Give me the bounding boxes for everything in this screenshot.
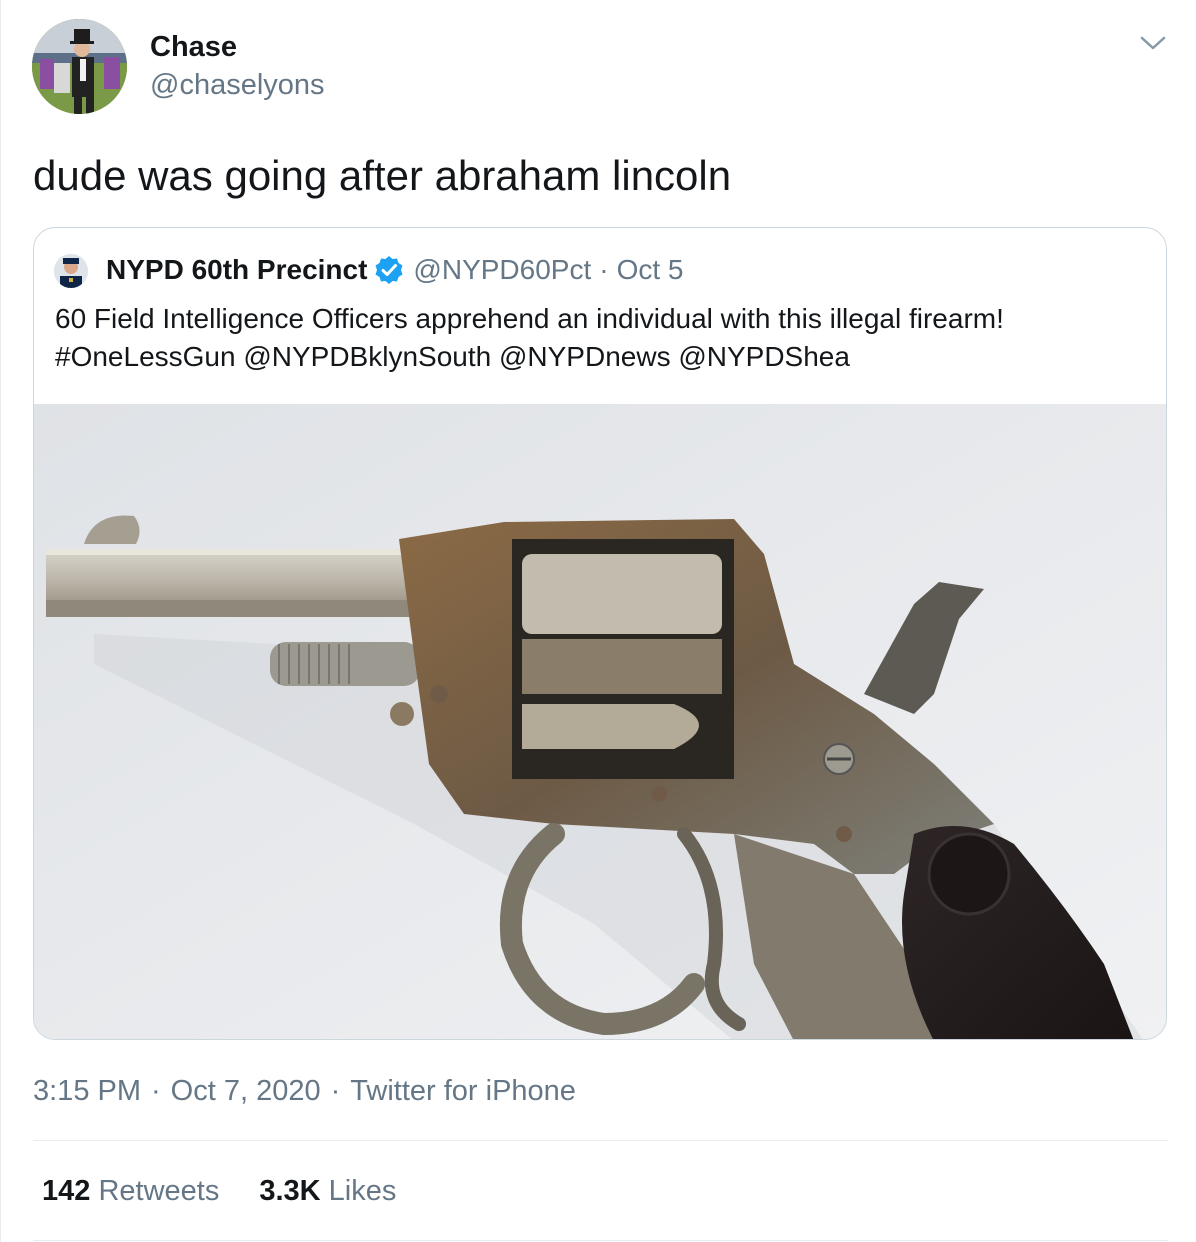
separator-dot: ·	[330, 1075, 341, 1107]
quoted-header: NYPD 60th Precinct @NYPD60Pct · Oct 5	[106, 252, 684, 288]
tweet-text: dude was going after abraham lincoln	[33, 152, 732, 199]
author-name[interactable]: Chase	[150, 30, 237, 64]
retweets-label: Retweets	[98, 1175, 220, 1207]
verified-badge-icon	[373, 254, 405, 286]
quoted-text-line-1: 60 Field Intelligence Officers apprehend…	[55, 303, 1004, 334]
quoted-name[interactable]: NYPD 60th Precinct	[106, 252, 367, 288]
tweet-stats: 142 Retweets 3.3K Likes	[42, 1172, 436, 1210]
timeline-border	[0, 0, 1, 1242]
author-handle[interactable]: @chaselyons	[150, 68, 325, 102]
likes-stat[interactable]: 3.3K Likes	[259, 1172, 396, 1210]
quoted-text-line-2: #OneLessGun @NYPDBklynSouth @NYPDnews @N…	[55, 341, 850, 372]
quoted-handle[interactable]: @NYPD60Pct	[413, 252, 591, 288]
quoted-text: 60 Field Intelligence Officers apprehend…	[55, 300, 1145, 376]
likes-label: Likes	[328, 1175, 397, 1207]
tweet-time[interactable]: 3:15 PM	[33, 1075, 141, 1107]
divider	[33, 1240, 1168, 1241]
quoted-avatar[interactable]	[54, 254, 88, 288]
quoted-tweet[interactable]: NYPD 60th Precinct @NYPD60Pct · Oct 5 60…	[33, 227, 1167, 1040]
tweet: Chase @chaselyons dude was going after a…	[0, 0, 1196, 1242]
divider	[33, 1140, 1168, 1141]
retweets-stat[interactable]: 142 Retweets	[42, 1172, 219, 1210]
tweet-date[interactable]: Oct 7, 2020	[171, 1075, 321, 1107]
separator-dot: ·	[599, 254, 609, 285]
likes-count: 3.3K	[259, 1175, 321, 1207]
retweets-count: 142	[42, 1175, 91, 1207]
tweet-meta: 3:15 PM · Oct 7, 2020 · Twitter for iPhone	[33, 1072, 576, 1110]
author-avatar[interactable]	[32, 19, 127, 114]
separator-dot: ·	[151, 1075, 161, 1107]
chevron-down-icon[interactable]	[1138, 32, 1168, 54]
tweet-source[interactable]: Twitter for iPhone	[350, 1075, 576, 1107]
quoted-date[interactable]: Oct 5	[617, 252, 684, 288]
revolver-photo[interactable]	[34, 404, 1166, 1039]
